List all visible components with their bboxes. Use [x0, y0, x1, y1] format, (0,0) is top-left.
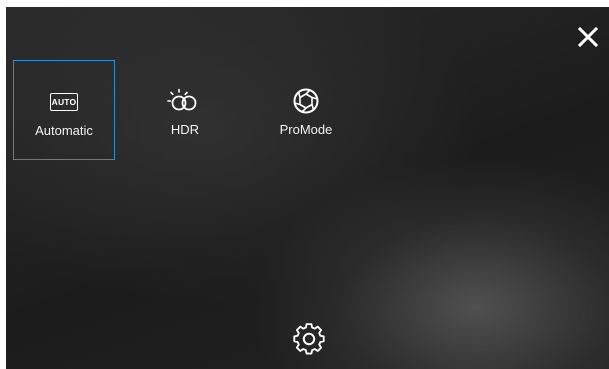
- close-icon: [577, 26, 599, 48]
- mode-label-promode: ProMode: [279, 122, 333, 137]
- mode-label-automatic: Automatic: [35, 123, 93, 138]
- auto-icon-text: AUTO: [50, 93, 78, 111]
- mode-hdr[interactable]: HDR: [134, 60, 236, 160]
- auto-icon: AUTO: [44, 88, 84, 116]
- settings-button[interactable]: [292, 322, 326, 356]
- camera-mode-screen: AUTO Automatic HDR ProMode: [6, 7, 609, 369]
- hdr-icon: [165, 87, 205, 115]
- mode-label-hdr: HDR: [170, 122, 200, 137]
- close-button[interactable]: [577, 26, 599, 48]
- mode-promode[interactable]: ProMode: [255, 60, 357, 160]
- aperture-icon: [286, 87, 326, 115]
- gear-icon: [293, 323, 325, 355]
- mode-automatic[interactable]: AUTO Automatic: [13, 60, 115, 160]
